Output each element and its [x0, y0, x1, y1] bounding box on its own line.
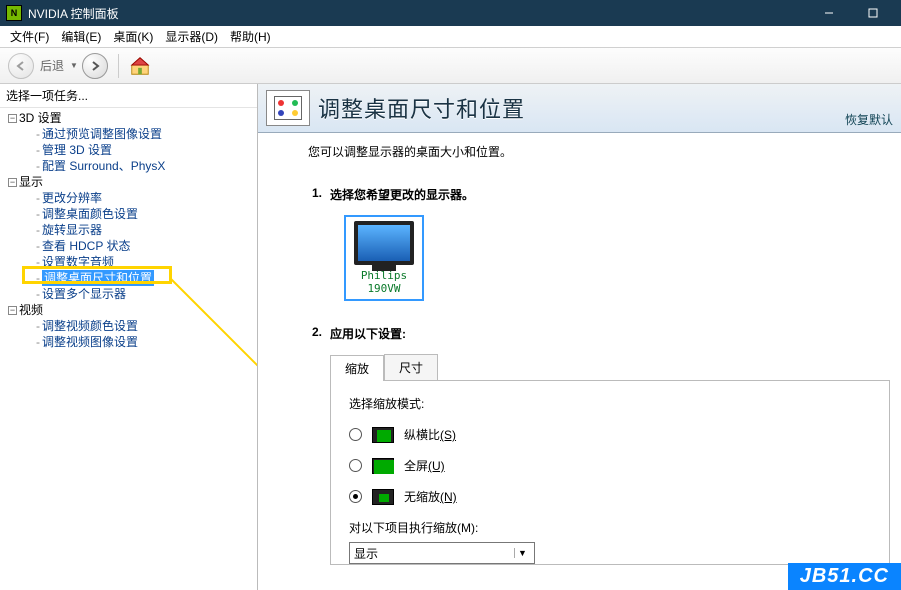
watermark: JB51.CC [788, 563, 901, 590]
tab-size[interactable]: 尺寸 [384, 354, 438, 380]
radio-icon[interactable] [349, 459, 362, 472]
step2-number: 2. [308, 325, 322, 342]
maximize-button[interactable] [851, 0, 895, 26]
menu-help[interactable]: 帮助(H) [224, 26, 277, 47]
step1-title: 选择您希望更改的显示器。 [330, 186, 474, 203]
noscale-icon [372, 489, 394, 505]
toolbar-separator [118, 54, 119, 78]
menu-edit[interactable]: 编辑(E) [55, 26, 107, 47]
task-prompt: 选择一项任务... [0, 84, 257, 108]
tree-item-selected[interactable]: -调整桌面尺寸和位置 [4, 270, 253, 286]
step1-number: 1. [308, 186, 322, 203]
step2-title: 应用以下设置: [330, 325, 406, 342]
menubar: 文件(F) 编辑(E) 桌面(K) 显示器(D) 帮助(H) [0, 26, 901, 48]
monitor-label: Philips 190VW [350, 269, 418, 295]
monitor-selector[interactable]: Philips 190VW [344, 215, 424, 301]
menu-display[interactable]: 显示器(D) [159, 26, 224, 47]
radio-fullscreen[interactable]: 全屏(U) [349, 457, 871, 474]
fullscreen-icon [372, 458, 394, 474]
apply-on-combo[interactable]: 显示 ▼ [349, 542, 535, 564]
tree-item[interactable]: -查看 HDCP 状态 [4, 238, 253, 254]
radio-noscale[interactable]: 无缩放(N) [349, 488, 871, 505]
apply-on-label: 对以下项目执行缩放(M): [349, 519, 871, 536]
tab-scale[interactable]: 缩放 [330, 355, 384, 381]
monitor-icon [354, 221, 414, 265]
radio-label: 纵横比(S) [404, 426, 456, 443]
menu-desktop[interactable]: 桌面(K) [107, 26, 159, 47]
sidebar: 选择一项任务... −3D 设置 -通过预览调整图像设置 -管理 3D 设置 -… [0, 84, 258, 590]
back-label: 后退 [40, 57, 64, 74]
tree-group-display[interactable]: −显示 [4, 174, 253, 190]
collapse-icon[interactable]: − [8, 306, 17, 315]
page-description: 您可以调整显示器的桌面大小和位置。 [308, 143, 901, 160]
window-title: NVIDIA 控制面板 [28, 5, 807, 22]
radio-icon[interactable] [349, 428, 362, 441]
menu-file[interactable]: 文件(F) [4, 26, 55, 47]
tree-item[interactable]: -设置多个显示器 [4, 286, 253, 302]
tree-group-video[interactable]: −视频 [4, 302, 253, 318]
tree-item[interactable]: -调整视频图像设置 [4, 334, 253, 350]
home-icon[interactable] [129, 55, 151, 77]
content-pane: 调整桌面尺寸和位置 恢复默认 您可以调整显示器的桌面大小和位置。 1. 选择您希… [258, 84, 901, 590]
radio-aspect[interactable]: 纵横比(S) [349, 426, 871, 443]
page-title: 调整桌面尺寸和位置 [318, 92, 525, 124]
tree-group-3d[interactable]: −3D 设置 [4, 110, 253, 126]
radio-label: 全屏(U) [404, 457, 445, 474]
back-button[interactable] [8, 53, 34, 79]
titlebar: N NVIDIA 控制面板 [0, 0, 901, 26]
tree-item[interactable]: -设置数字音频 [4, 254, 253, 270]
back-dropdown-icon[interactable]: ▼ [70, 61, 78, 70]
tree-item[interactable]: -调整视频颜色设置 [4, 318, 253, 334]
tree-item[interactable]: -调整桌面颜色设置 [4, 206, 253, 222]
forward-button[interactable] [82, 53, 108, 79]
tree-item[interactable]: -管理 3D 设置 [4, 142, 253, 158]
tree-item[interactable]: -通过预览调整图像设置 [4, 126, 253, 142]
collapse-icon[interactable]: − [8, 114, 17, 123]
minimize-button[interactable] [807, 0, 851, 26]
nvidia-icon: N [6, 5, 22, 21]
restore-defaults-link[interactable]: 恢复默认 [845, 111, 893, 128]
toolbar: 后退 ▼ [0, 48, 901, 84]
radio-label: 无缩放(N) [404, 488, 457, 505]
content-header: 调整桌面尺寸和位置 恢复默认 [258, 84, 901, 133]
radio-icon[interactable] [349, 490, 362, 503]
tree-item[interactable]: -旋转显示器 [4, 222, 253, 238]
combo-value: 显示 [354, 545, 378, 562]
scale-mode-label: 选择缩放模式: [349, 395, 871, 412]
header-icon [266, 90, 310, 126]
tab-panel-scale: 选择缩放模式: 纵横比(S) 全屏(U) 无缩放(N) 对以下项目执行缩放(M) [330, 380, 890, 565]
collapse-icon[interactable]: − [8, 178, 17, 187]
nav-tree: −3D 设置 -通过预览调整图像设置 -管理 3D 设置 -配置 Surroun… [0, 108, 257, 590]
tree-item[interactable]: -配置 Surround、PhysX [4, 158, 253, 174]
chevron-down-icon: ▼ [514, 548, 530, 558]
aspect-icon [372, 427, 394, 443]
tabs: 缩放 尺寸 [330, 354, 901, 380]
tree-item[interactable]: -更改分辨率 [4, 190, 253, 206]
